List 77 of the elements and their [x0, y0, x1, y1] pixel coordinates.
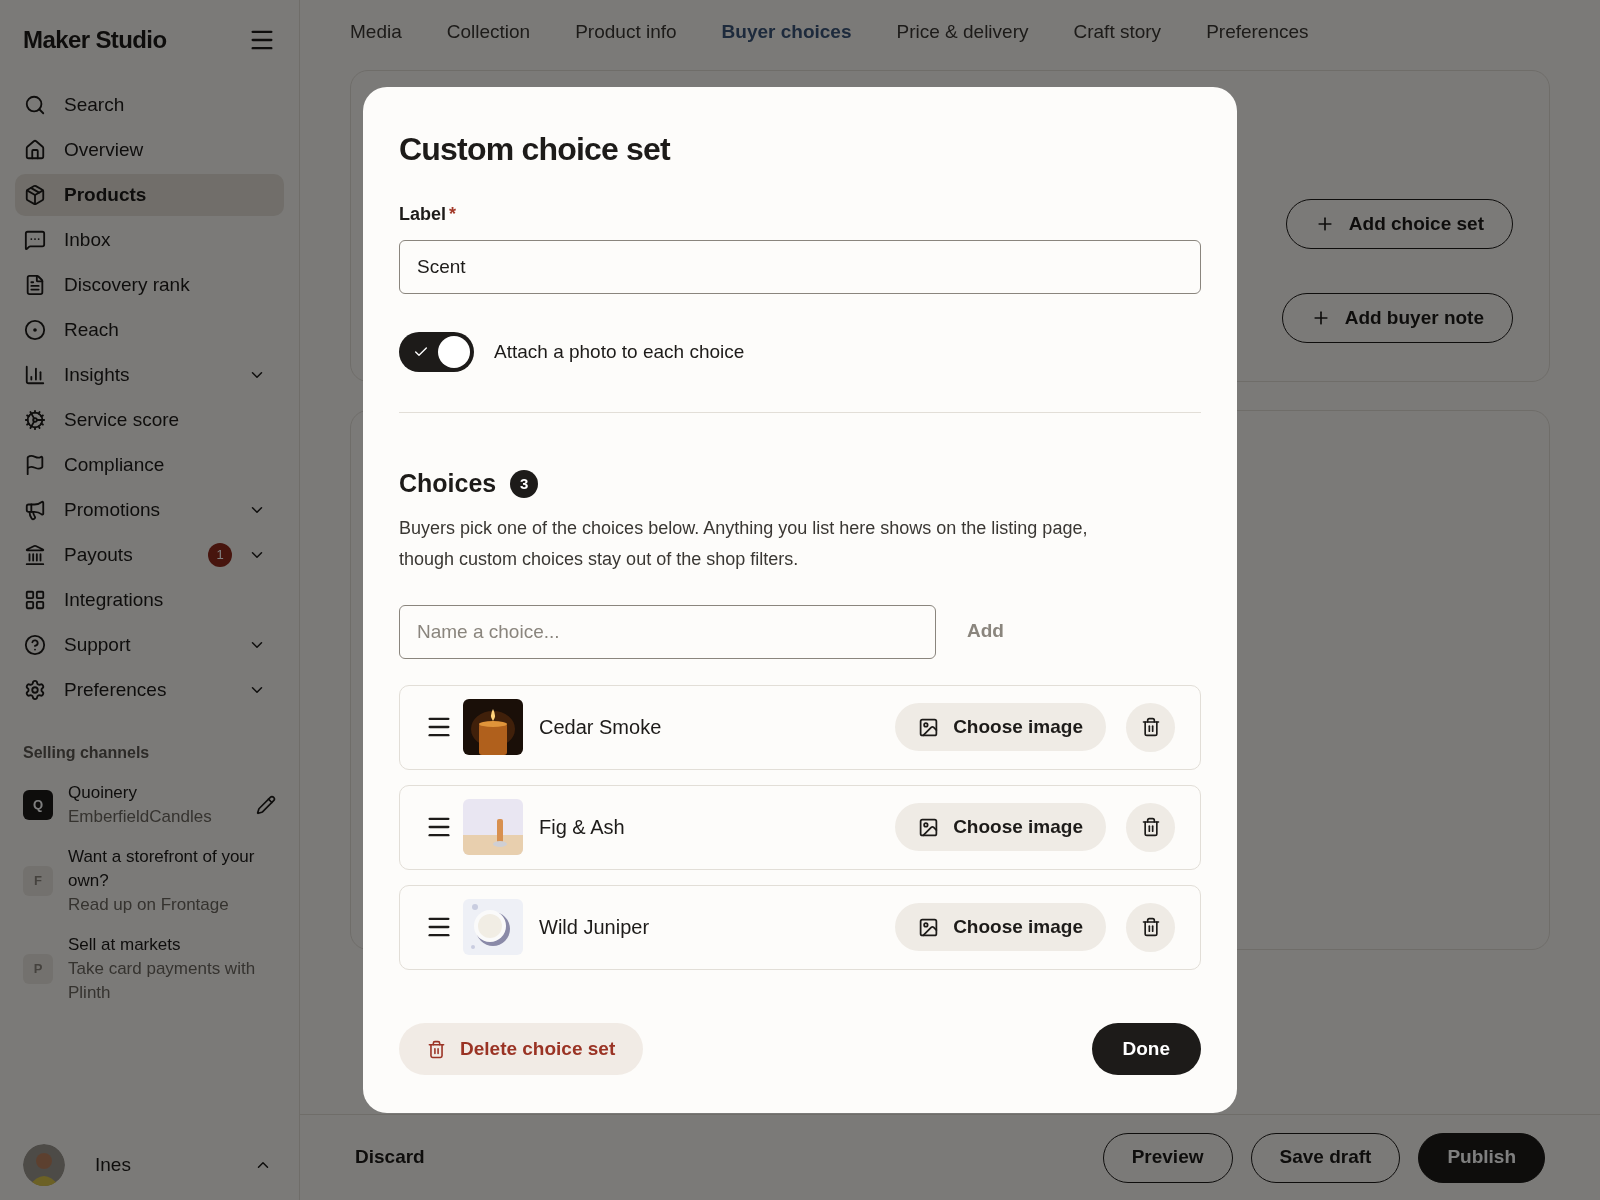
image-icon	[918, 716, 940, 738]
delete-button[interactable]	[1126, 902, 1175, 952]
tab[interactable]: Media	[350, 18, 402, 70]
trash-icon	[1140, 717, 1161, 737]
choose-image-button[interactable]: Choose image	[895, 803, 1106, 851]
toggle-switch[interactable]	[399, 332, 474, 372]
megaphone-icon	[24, 499, 46, 521]
user-name: Ines	[95, 1152, 132, 1177]
section-title: Choices	[399, 468, 497, 499]
sidebar-item[interactable]: Reach	[15, 309, 284, 351]
choice-name: Wild Juniper	[539, 915, 651, 940]
channel-title[interactable]: Want a storefront of your own?	[68, 845, 284, 893]
sidebar-item[interactable]: Support	[15, 624, 284, 666]
settings-icon	[24, 679, 46, 701]
trash-icon	[427, 1039, 446, 1059]
section-heading: Selling channels	[22, 743, 151, 763]
grid-icon	[24, 589, 46, 611]
trash-icon	[1140, 817, 1161, 837]
description: Buyers pick one of the choices below. Anything you list here shows on the listing page, though custom choices stay out of the shop filters.	[399, 516, 1089, 571]
sidebar-item[interactable]: Compliance	[15, 444, 284, 486]
channel-title[interactable]: Quoinery	[68, 781, 256, 805]
brand-name: Maker Studio	[23, 25, 167, 55]
done-button[interactable]: Done	[1091, 1023, 1201, 1075]
sidebar-item[interactable]: Overview	[15, 129, 284, 171]
tab[interactable]: Craft story	[1073, 18, 1162, 70]
sidebar-item[interactable]: Promotions	[15, 489, 284, 531]
cog-icon	[24, 409, 46, 431]
delete-button[interactable]	[1126, 702, 1175, 752]
channel-title[interactable]: Sell at markets	[68, 933, 284, 957]
required-mark: *	[449, 203, 457, 226]
channel-avatar: Q	[23, 790, 53, 820]
sidebar-item[interactable]: Integrations	[15, 579, 284, 621]
sidebar-item[interactable]: Products	[15, 174, 284, 216]
sidebar-item[interactable]: Preferences	[15, 669, 284, 711]
flag-icon	[24, 454, 46, 476]
house-icon	[24, 139, 46, 161]
bank-icon	[24, 544, 46, 566]
action-button[interactable]: Publish	[1418, 1132, 1545, 1183]
delete-set-button[interactable]: Delete choice set	[399, 1023, 644, 1075]
target-icon	[24, 319, 46, 341]
tab[interactable]: Collection	[446, 18, 531, 70]
channel-subtitle: Take card payments with Plinth	[68, 958, 257, 1004]
tab[interactable]: Preferences	[1206, 18, 1309, 70]
document-icon	[24, 274, 46, 296]
choose-image-button[interactable]: Choose image	[895, 903, 1106, 951]
choose-image-button[interactable]: Choose image	[895, 703, 1106, 751]
trash-icon	[1140, 917, 1161, 937]
delete-button[interactable]	[1126, 802, 1175, 852]
label-field[interactable]: Scent	[399, 240, 1201, 294]
choice-name: Fig & Ash	[539, 815, 626, 840]
chat-icon	[24, 229, 46, 251]
edit-icon[interactable]	[256, 795, 276, 815]
sidebar-item[interactable]: Search	[15, 84, 284, 126]
channel-subtitle: EmberfieldCandles	[68, 806, 213, 828]
choice-name-field[interactable]: Name a choice...	[399, 604, 936, 659]
sidebar-item[interactable]: Discovery rank	[15, 264, 284, 306]
search-icon	[24, 94, 46, 116]
choice-name: Cedar Smoke	[539, 715, 663, 740]
tab[interactable]: Product info	[575, 18, 677, 70]
toggle-label: Attach a photo to each choice	[494, 339, 745, 364]
sidebar-item[interactable]: Service score	[15, 399, 284, 441]
help-icon	[24, 634, 46, 656]
sidebar-item[interactable]: Insights	[15, 354, 284, 396]
image-icon	[918, 916, 940, 938]
box-icon	[24, 184, 46, 206]
notification-badge: 1	[208, 543, 232, 567]
field-label: Label	[399, 203, 446, 226]
channel-subtitle: Read up on Frontage	[68, 894, 230, 916]
image-icon	[918, 816, 940, 838]
tab[interactable]: Buyer choices	[721, 18, 852, 70]
bar-chart-icon	[24, 364, 46, 386]
dialog-title: Custom choice set	[399, 130, 672, 169]
count-badge: 3	[510, 469, 539, 498]
tab[interactable]: Price & delivery	[896, 18, 1029, 70]
sidebar-item[interactable]: Payouts 1	[15, 534, 284, 576]
sidebar-item[interactable]: Inbox	[15, 219, 284, 261]
discard-button[interactable]: Discard	[355, 1143, 425, 1172]
